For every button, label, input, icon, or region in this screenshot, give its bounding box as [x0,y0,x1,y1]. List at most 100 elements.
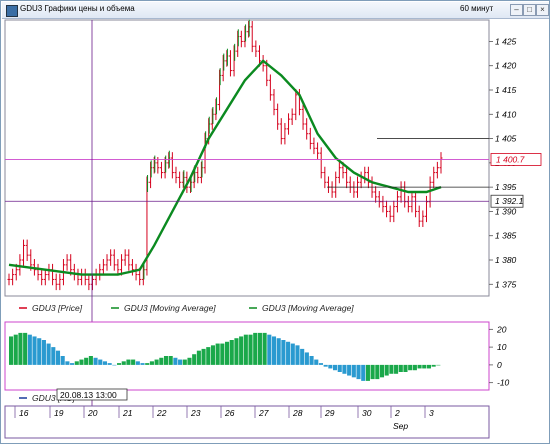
ao-bar [318,363,324,365]
ao-bar [262,332,267,365]
ao-bar [333,364,338,371]
ao-bar [408,364,413,371]
ao-bar [192,354,197,365]
window-title: GDU3 Графики цены и объема [20,4,135,13]
ao-bar [159,357,164,365]
ao-bar [300,348,305,365]
y-tick-label: 1 380 [495,255,517,265]
ao-bar [342,364,347,374]
ao-bar [220,343,225,365]
last-price-label: 1 400.7 [496,154,525,164]
time-tick-label: 28 [292,408,303,418]
ao-bar [51,347,56,365]
y-tick-label: 1 390 [495,206,517,216]
time-tick-label: 27 [258,408,269,418]
ao-bar [361,364,366,381]
y-tick-label: 1 410 [495,109,517,119]
ao-bar [41,340,46,365]
time-tick-label: 16 [19,408,29,418]
ao-bar [271,336,277,365]
maximize-button[interactable]: □ [523,4,536,16]
ao-bar [88,356,93,365]
ao-bar [13,334,18,365]
ao-bar [206,347,211,365]
ao-bar [126,359,131,365]
time-tick-label: 21 [122,408,133,418]
legend-ma2: GDU3 [Moving Average] [262,303,354,313]
ao-bar [375,364,380,380]
ao-bar [417,364,422,369]
ao-bar [384,364,389,376]
ao-bar [37,338,42,365]
ao-bar [187,357,192,365]
y-tick-label: 1 375 [495,279,517,289]
ao-bar [163,356,169,365]
ao-bar [379,364,385,378]
ao-bar [23,332,28,365]
ao-bar [412,364,417,371]
ao-bar [27,334,32,365]
ao-bar [426,364,432,369]
ao-bar [84,357,89,365]
ao-bar [229,340,234,365]
ao-bar [394,364,399,374]
ao-bar [365,364,370,381]
time-tick-label: 3 [429,408,434,418]
time-tick-label: 30 [362,408,372,418]
ao-bar [431,364,436,367]
ao-bar [18,332,23,365]
ao-y-axis: 20 10 0 -10 [489,324,510,388]
ao-tick-label: 10 [497,342,507,352]
ao-bar [403,364,408,372]
ao-bar [253,332,258,365]
ao-bar [55,350,61,365]
ao-tick-label: 20 [496,324,507,334]
legend-price: GDU3 [Price] [32,303,83,313]
app-icon [6,5,18,17]
ao-bar [281,340,286,365]
ao-bar [225,341,230,365]
period-label[interactable]: 60 минут [460,4,493,13]
ao-bar [46,343,51,365]
time-tick-label: 19 [54,408,64,418]
ao-tick-label: -10 [497,378,510,388]
ao-bar [243,334,248,365]
month-label: Sep [393,421,408,431]
ao-bar [398,364,403,372]
ao-bar [422,364,427,369]
ao-bar [74,361,79,365]
y-tick-label: 1 395 [495,182,517,192]
ao-bar [201,348,206,365]
chart-area[interactable]: 1 3751 3801 3851 3901 3951 4001 4051 410… [1,18,549,443]
ao-bar [65,361,70,365]
ao-bar [178,359,183,365]
cross-price-box: 1 392.1 [490,194,524,208]
ao-bar [32,336,37,365]
ao-bar [145,363,150,365]
ao-bar [328,364,333,369]
time-axis [4,405,490,439]
ao-bar [107,363,112,365]
ao-bar [182,359,187,365]
ao-bar [239,336,244,365]
time-tick-label: 26 [224,408,235,418]
minimize-button[interactable]: – [510,4,523,16]
y-tick-label: 1 415 [495,85,517,95]
ao-bar [356,364,361,380]
ao-bar [436,364,441,366]
ao-bar [140,363,145,365]
ao-bar [248,334,253,365]
ao-bar [290,343,295,365]
ao-bar [112,364,117,366]
price-panel [4,19,490,297]
ao-bar [304,352,309,365]
ao-bar [168,356,173,365]
ao-bar [70,363,75,365]
close-button[interactable]: × [536,4,549,16]
legend-ma1: GDU3 [Moving Average] [124,303,216,313]
ao-bar [149,361,154,365]
ao-tick-label: 0 [497,360,502,370]
price-legend: GDU3 [Price] GDU3 [Moving Average] GDU3 … [19,303,354,313]
ao-bar [286,341,291,365]
ao-bar [295,345,300,365]
